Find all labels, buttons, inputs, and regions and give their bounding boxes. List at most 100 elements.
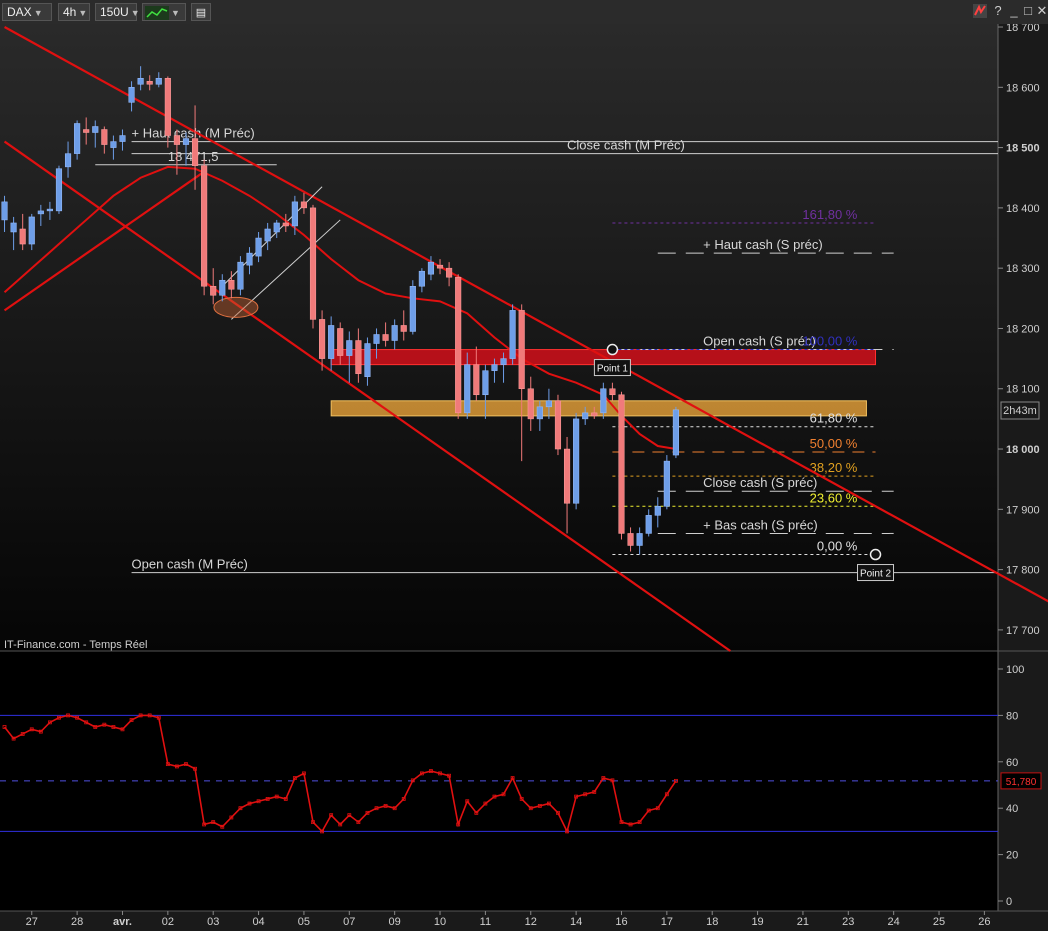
close-icon[interactable]: ✕: [1034, 3, 1048, 19]
rsi-value-label: 51,780: [1006, 777, 1037, 788]
candle-body: [455, 276, 462, 414]
candle-body: [337, 328, 344, 356]
candle-body: [137, 78, 144, 85]
rsi-y-tick-label: 40: [1006, 803, 1018, 815]
x-tick-label: 14: [570, 916, 582, 928]
y-tick-label: 18 700: [1006, 24, 1040, 34]
candle-body: [355, 340, 362, 374]
candle-body: [155, 78, 162, 85]
candle-body: [10, 222, 17, 233]
candle-body: [291, 201, 298, 227]
level-label: Open cash (M Préc): [132, 557, 248, 572]
candle-body: [237, 261, 244, 290]
rsi-y-tick-label: 60: [1006, 757, 1018, 769]
level-label: + Haut cash (S préc): [703, 237, 823, 252]
y-tick-label: 17 800: [1006, 565, 1040, 577]
candle-body: [482, 370, 489, 396]
y-tick-label: 18 600: [1006, 82, 1040, 94]
candle-body: [346, 340, 353, 356]
candle-body: [146, 81, 153, 85]
candle-body: [28, 216, 35, 245]
candle-body: [101, 129, 108, 145]
candle-body: [582, 412, 589, 420]
candle-body: [573, 418, 580, 504]
units-label: 150U: [100, 5, 129, 19]
x-tick-label: 04: [252, 916, 264, 928]
symbol-selector[interactable]: DAX ▼: [2, 3, 52, 21]
x-tick-label: 02: [162, 916, 174, 928]
candle-body: [382, 334, 389, 341]
y-tick-label: 18 100: [1006, 384, 1040, 396]
help-icon[interactable]: ?: [990, 3, 1006, 19]
candle-body: [500, 358, 507, 365]
candle-body: [364, 343, 371, 377]
chevron-down-icon: ▼: [78, 8, 88, 18]
candle-body: [328, 325, 335, 359]
candle-body: [427, 261, 435, 275]
candle-body: [373, 334, 380, 344]
candle-body: [64, 153, 72, 168]
chart-area[interactable]: + Haut cash (M Préc)Close cash (M Préc)1…: [0, 24, 1048, 931]
info-icon: ▤: [195, 7, 207, 19]
x-tick-label: 05: [298, 916, 310, 928]
x-tick-label: 09: [389, 916, 401, 928]
candle-body: [418, 270, 425, 287]
point-label: Point 2: [860, 569, 892, 580]
candle-body: [173, 135, 180, 145]
rsi-y-tick-label: 0: [1006, 896, 1012, 908]
candle-body: [609, 388, 616, 396]
x-tick-label: 12: [525, 916, 537, 928]
candle-body: [400, 325, 407, 332]
x-tick-label: 27: [26, 916, 38, 928]
timeframe-label: 4h: [63, 5, 77, 19]
candle-body: [255, 237, 262, 257]
rsi-y-tick-label: 100: [1006, 664, 1024, 676]
x-tick-label: 03: [207, 916, 219, 928]
x-tick-label: 21: [797, 916, 809, 928]
candle-body: [300, 201, 307, 209]
candle-body: [46, 208, 53, 212]
candle-body: [627, 533, 634, 546]
level-label: Close cash (S préc): [703, 475, 817, 490]
candle-body: [436, 264, 444, 269]
candle-body: [527, 388, 534, 420]
timeframe-selector[interactable]: 4h ▼: [58, 3, 90, 21]
candle-body: [654, 506, 661, 516]
fib-label: 0,00 %: [817, 539, 858, 554]
candle-body: [446, 267, 453, 278]
candle-body: [182, 138, 190, 145]
y-tick-label: 18 300: [1006, 263, 1040, 275]
fib-label: 100,00 %: [802, 334, 857, 349]
chart-type-selector[interactable]: ▼: [142, 3, 186, 21]
y-tick-label: 17 700: [1006, 625, 1040, 637]
candle-body: [282, 222, 289, 227]
candle-body: [74, 123, 81, 154]
units-selector[interactable]: 150U ▼: [95, 3, 140, 21]
candle-body: [672, 409, 679, 456]
candle-body: [409, 286, 416, 332]
candle-body: [663, 460, 670, 507]
candle-body: [210, 286, 217, 296]
x-tick-label: 17: [661, 916, 673, 928]
candle-body: [518, 310, 525, 389]
candle-body: [464, 364, 471, 414]
indicator-icon[interactable]: [972, 3, 988, 19]
candle-body: [591, 412, 598, 417]
candle-body: [192, 138, 199, 166]
candle-body: [563, 448, 571, 504]
candle-body: [1, 201, 8, 221]
candle-body: [491, 364, 498, 371]
candle-body: [37, 210, 44, 215]
highlight-ellipse: [213, 296, 259, 318]
candle-body: [228, 279, 235, 290]
orange-zone: [330, 400, 867, 417]
candle-body: [600, 388, 607, 414]
level-label: + Bas cash (S préc): [703, 517, 818, 532]
candle-body: [19, 228, 26, 245]
candle-body: [509, 310, 516, 359]
x-tick-label: 16: [615, 916, 627, 928]
level-label: Close cash (M Préc): [567, 138, 685, 153]
y-tick-label: 18 400: [1006, 203, 1040, 215]
candle-body: [219, 279, 226, 296]
info-button[interactable]: ▤: [191, 3, 211, 21]
